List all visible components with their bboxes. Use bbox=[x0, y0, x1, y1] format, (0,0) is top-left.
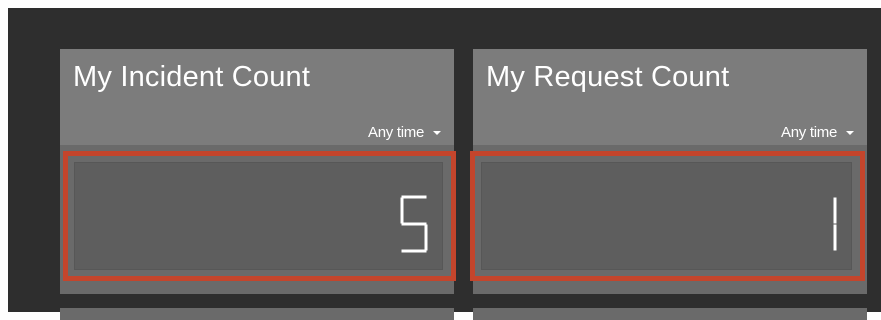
count-display: 5 bbox=[63, 151, 456, 281]
caret-down-icon bbox=[846, 131, 854, 135]
time-filter-dropdown[interactable]: Any time bbox=[781, 124, 854, 141]
tile-title: My Request Count bbox=[486, 61, 730, 93]
count-value: 5 bbox=[74, 162, 75, 163]
seven-segment-digit-5 bbox=[399, 194, 429, 254]
seven-segment-digit-1 bbox=[808, 194, 838, 254]
incident-count-tile[interactable]: My Incident Count Any time bbox=[60, 49, 456, 294]
dashboard-panel: My Incident Count Any time My Request Co… bbox=[8, 8, 881, 320]
screen: My Incident Count Any time My Request Co… bbox=[0, 0, 881, 320]
tile-title: My Incident Count bbox=[73, 61, 311, 93]
count-display-inner: 5 bbox=[74, 162, 443, 270]
time-filter-label: Any time bbox=[368, 124, 424, 141]
count-value: 1 bbox=[481, 162, 482, 163]
caret-down-icon bbox=[433, 131, 441, 135]
request-count-tile[interactable]: My Request Count Any time bbox=[470, 49, 867, 294]
time-filter-dropdown[interactable]: Any time bbox=[368, 124, 441, 141]
time-filter-label: Any time bbox=[781, 124, 837, 141]
count-display: 1 bbox=[470, 151, 865, 281]
count-display-inner: 1 bbox=[481, 162, 852, 270]
next-tile-partial bbox=[60, 308, 454, 320]
tile-header: My Request Count Any time bbox=[473, 49, 867, 145]
tile-header: My Incident Count Any time bbox=[60, 49, 454, 145]
next-tile-partial bbox=[473, 308, 867, 320]
